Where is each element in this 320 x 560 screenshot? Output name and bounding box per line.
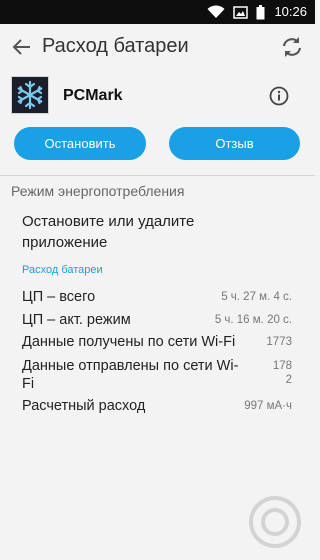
section-title-power-mode: Режим энергопотребления — [11, 183, 185, 199]
row-label: Данные отправлены по сети Wi-Fi — [22, 358, 239, 392]
row-value: 5 ч. 27 м. 4 с. — [221, 291, 292, 303]
wifi-icon — [207, 5, 225, 18]
row-value: 178 2 — [272, 360, 292, 386]
info-icon[interactable] — [269, 86, 289, 106]
stop-button[interactable]: Остановить — [14, 127, 146, 160]
status-icons — [207, 4, 265, 20]
page-title: Расход батареи — [42, 35, 189, 57]
feedback-button-label: Отзыв — [215, 136, 254, 151]
row-value: 997 мА·ч — [244, 400, 292, 412]
refresh-icon[interactable] — [279, 34, 305, 60]
stop-button-label: Остановить — [44, 136, 116, 151]
app-row: PCMark — [0, 72, 315, 122]
power-advice: Остановите или удалите приложение — [22, 213, 195, 251]
section-title-battery-usage: Расход батареи — [22, 264, 103, 276]
arrow-back-icon[interactable] — [10, 36, 32, 58]
row-value: 5 ч. 16 м. 20 с. — [214, 314, 292, 326]
row-value: 1773 — [266, 336, 292, 348]
row-label: ЦП – всего — [22, 289, 96, 305]
app-bar: Расход батареи — [0, 24, 315, 70]
watermark-logo — [249, 496, 301, 548]
divider — [0, 175, 315, 176]
battery-icon — [256, 4, 265, 19]
image-icon — [233, 5, 248, 19]
row-label: Данные получены по сети Wi-Fi — [22, 334, 236, 350]
app-name: PCMark — [63, 87, 123, 104]
status-bar: 10:26 — [0, 0, 315, 24]
list-item: Данные отправлены по сети Wi-Fi 178 2 — [22, 357, 294, 395]
status-time: 10:26 — [274, 4, 307, 19]
row-label: ЦП – акт. режим — [22, 312, 131, 328]
snowflake-icon — [11, 76, 49, 114]
row-label: Расчетный расход — [22, 398, 146, 414]
feedback-button[interactable]: Отзыв — [169, 127, 300, 160]
